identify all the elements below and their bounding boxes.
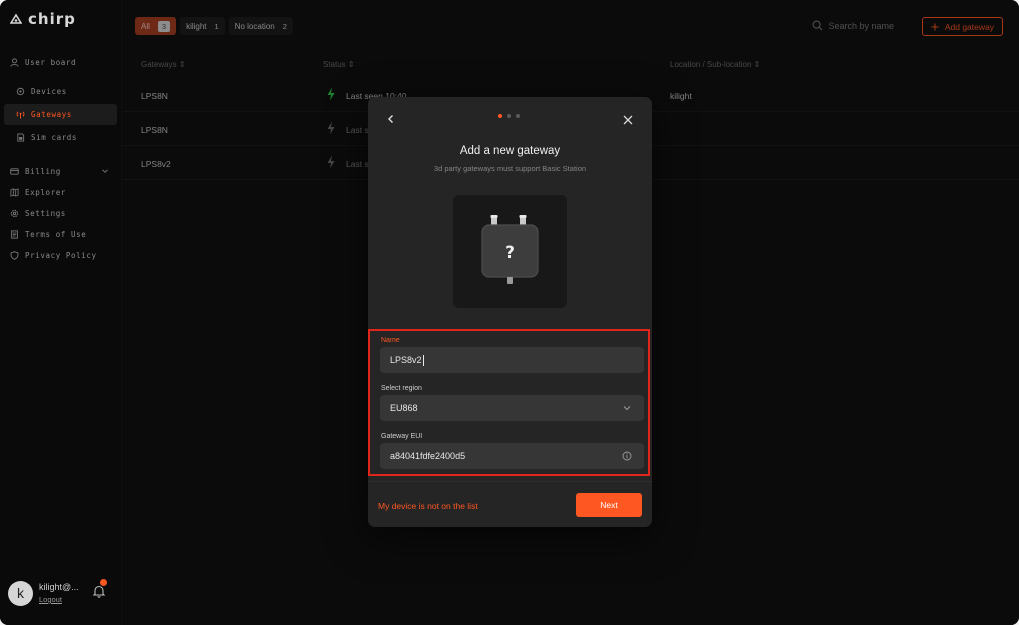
eui-label: Gateway EUI xyxy=(381,433,423,440)
step-dot-1 xyxy=(498,114,502,118)
device-image: ? xyxy=(453,195,567,308)
chirp-logo-icon xyxy=(10,13,22,24)
region-label: Select region xyxy=(381,385,422,392)
step-dot-2 xyxy=(507,114,511,118)
sidebar-item-sim-cards[interactable]: Sim cards xyxy=(4,127,117,148)
text-caret xyxy=(422,354,424,366)
sidebar-item-terms[interactable]: Terms of Use xyxy=(4,224,117,245)
sidebar-item-label: Sim cards xyxy=(31,133,78,142)
region-value: EU868 xyxy=(390,403,418,413)
sidebar-item-label: Gateways xyxy=(31,110,72,119)
next-button[interactable]: Next xyxy=(576,493,642,517)
device-question-mark: ? xyxy=(505,243,515,263)
sidebar-item-gateways[interactable]: Gateways xyxy=(4,104,117,125)
sidebar-item-explorer[interactable]: Explorer xyxy=(4,182,117,203)
modal-divider xyxy=(368,481,652,482)
sidebar-item-label: Settings xyxy=(25,209,66,218)
step-indicator xyxy=(498,114,520,118)
close-icon[interactable] xyxy=(622,114,634,126)
sidebar-item-label: Explorer xyxy=(25,188,66,197)
gear-icon xyxy=(10,209,19,218)
chevron-down-icon[interactable] xyxy=(101,167,109,175)
document-icon xyxy=(11,230,18,239)
region-select[interactable]: EU868 xyxy=(380,395,644,421)
sidebar: chirp User board Devices Gateways Sim ca… xyxy=(0,0,121,625)
eui-value: a84041fdfe2400d5 xyxy=(390,451,466,461)
form-highlight-box: Name LPS8v2 Select region EU868 Gateway … xyxy=(368,329,650,476)
sidebar-item-user-board[interactable]: User board xyxy=(4,52,117,73)
step-dot-3 xyxy=(516,114,520,118)
sidebar-nav: User board Devices Gateways Sim cards Bi… xyxy=(0,52,121,266)
name-field[interactable]: LPS8v2 xyxy=(380,347,644,373)
shield-icon xyxy=(10,251,19,260)
billing-icon xyxy=(10,168,19,175)
sidebar-item-label: User board xyxy=(25,58,77,67)
bell-icon[interactable] xyxy=(92,584,106,598)
gateway-device-icon: ? xyxy=(481,215,539,284)
back-arrow-icon[interactable] xyxy=(386,114,396,124)
sidebar-item-billing[interactable]: Billing xyxy=(4,161,117,182)
user-profile: k kilight@... Logout xyxy=(8,579,116,607)
devices-icon xyxy=(16,87,25,96)
add-gateway-modal: Add a new gateway 3d party gateways must… xyxy=(368,97,652,527)
name-label: Name xyxy=(381,337,400,344)
gateway-icon xyxy=(16,111,25,119)
user-icon xyxy=(10,58,19,67)
app-window: chirp User board Devices Gateways Sim ca… xyxy=(0,0,1019,625)
modal-subtitle: 3d party gateways must support Basic Sta… xyxy=(433,164,587,173)
name-value: LPS8v2 xyxy=(390,355,422,365)
logo[interactable]: chirp xyxy=(10,10,76,28)
gateway-eui-field[interactable]: a84041fdfe2400d5 xyxy=(380,443,644,469)
user-name: kilight@... xyxy=(39,582,79,592)
sidebar-item-settings[interactable]: Settings xyxy=(4,203,117,224)
chevron-down-icon xyxy=(623,406,631,411)
sidebar-item-label: Devices xyxy=(31,87,67,96)
sidebar-item-label: Privacy Policy xyxy=(25,251,97,260)
sidebar-item-devices[interactable]: Devices xyxy=(4,81,117,102)
modal-title: Add a new gateway xyxy=(459,145,561,157)
info-icon[interactable] xyxy=(622,451,632,461)
notification-badge xyxy=(100,579,107,586)
sidebar-item-privacy[interactable]: Privacy Policy xyxy=(4,245,117,266)
avatar[interactable]: k xyxy=(8,580,33,606)
sidebar-item-label: Billing xyxy=(25,167,61,176)
user-info: kilight@... Logout xyxy=(39,582,79,604)
device-not-listed-link[interactable]: My device is not on the list xyxy=(378,501,478,511)
sim-card-icon xyxy=(17,133,25,142)
map-icon xyxy=(10,188,19,197)
logout-link[interactable]: Logout xyxy=(39,595,79,604)
sidebar-item-label: Terms of Use xyxy=(25,230,87,239)
logo-text: chirp xyxy=(28,10,76,28)
